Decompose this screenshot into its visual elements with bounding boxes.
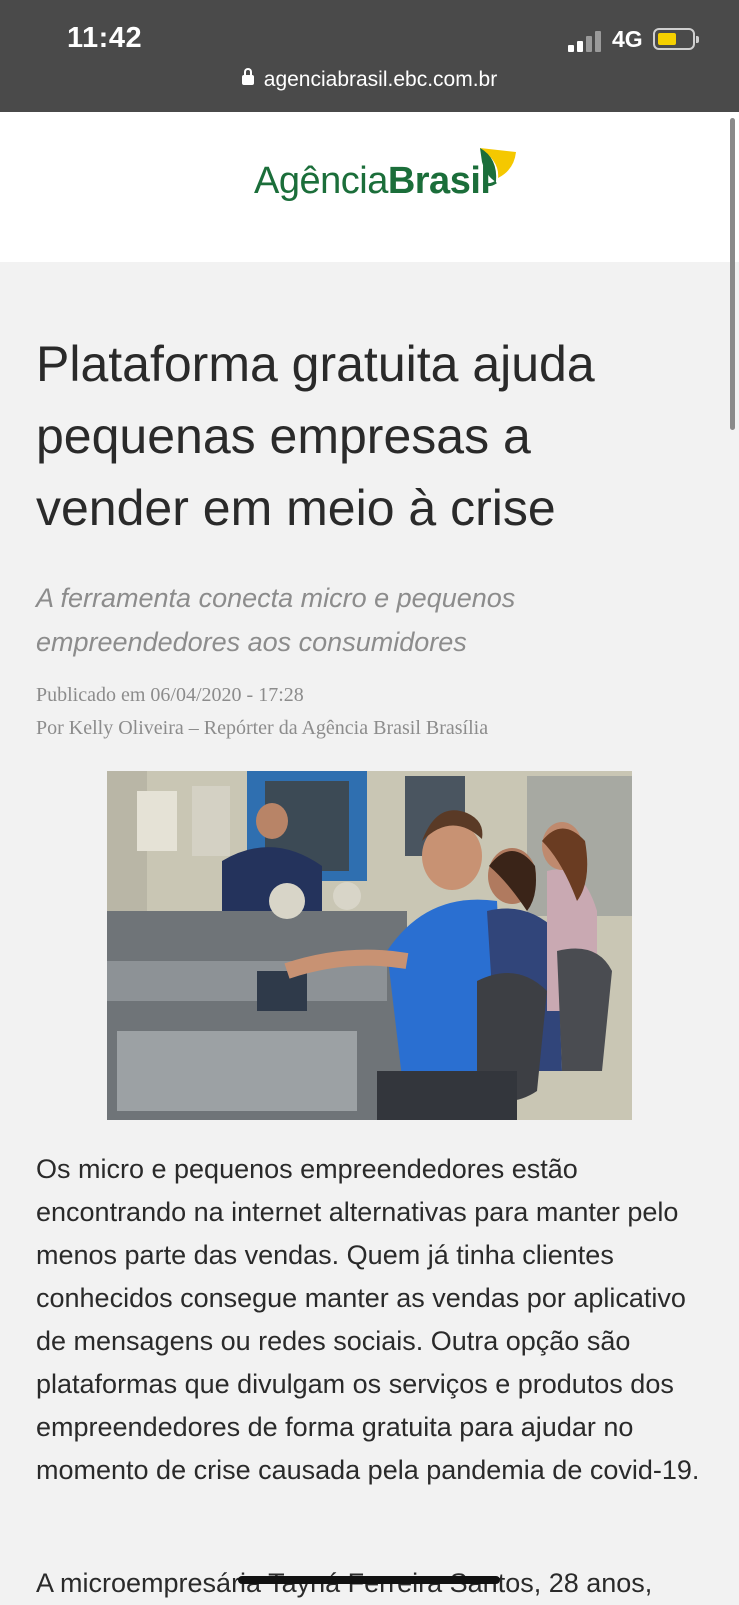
logo-mark-icon [480, 148, 516, 187]
site-header: AgênciaBrasil [0, 112, 739, 262]
network-type: 4G [612, 26, 643, 52]
home-indicator[interactable] [238, 1576, 500, 1584]
url-text: agenciabrasil.ebc.com.br [263, 68, 498, 91]
status-bar: 11:42 4G agenciabrasil.ebc.com.br [0, 0, 739, 112]
article-headline: Plataforma gratuita ajuda pequenas empre… [36, 336, 595, 536]
logo-text-part1: Agência [254, 160, 388, 202]
address-bar[interactable]: agenciabrasil.ebc.com.br [0, 68, 739, 92]
battery-icon [653, 28, 699, 50]
lock-icon [241, 68, 254, 85]
status-time: 11:42 [67, 22, 143, 54]
article-photo[interactable] [107, 771, 632, 1120]
scrollbar[interactable] [730, 118, 735, 430]
signal-icon [568, 30, 602, 52]
site-logo[interactable]: AgênciaBrasil [254, 148, 516, 220]
article-paragraph-1: Os micro e pequenos empreendedores estão… [36, 1154, 700, 1485]
publish-date: Publicado em 06/04/2020 - 17:28 [36, 684, 304, 706]
factory-workers-image [107, 771, 632, 1120]
article-subtitle: A ferramenta conecta micro e pequenos em… [36, 583, 516, 657]
byline: Por Kelly Oliveira – Repórter da Agência… [36, 717, 489, 739]
